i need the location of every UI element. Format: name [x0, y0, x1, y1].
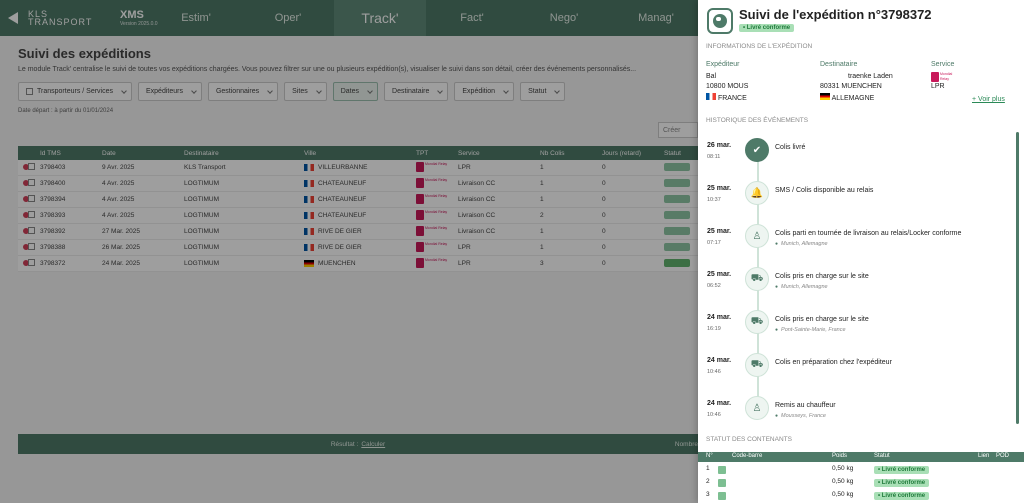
container-row: 2 0,50 kg • Livré conforme [698, 477, 1024, 490]
timeline-event: 24 mar. 10:46 ⛟ Colis en préparation chez l… [698, 349, 1016, 391]
expediteur-name: Bal [706, 73, 717, 80]
event-time: 08:11 [707, 154, 721, 160]
service-value: LPR [931, 83, 945, 90]
timeline-event: 25 mar. 06:52 ⛟ Colis pris en charge sur le… [698, 263, 1016, 305]
modal-backdrop[interactable] [0, 0, 700, 503]
timeline-event: 26 mar. 08:11 ✔ Colis livré [698, 134, 1016, 176]
event-date: 25 mar. [707, 228, 732, 235]
container-status-badge: • Livré conforme [874, 479, 930, 487]
france-flag-icon [706, 93, 716, 100]
event-time: 07:17 [707, 240, 721, 246]
status-badge: • Livré conforme [739, 24, 795, 32]
package-icon [718, 479, 726, 487]
container-weight: 0,50 kg [832, 465, 854, 472]
event-timeline: 26 mar. 08:11 ✔ Colis livré 25 mar. 10:37 🔔 SMS… [698, 128, 1024, 428]
event-time: 10:37 [707, 197, 721, 203]
col-code-barre: Code-barre [732, 453, 763, 459]
info-section-header: INFORMATIONS DE L'EXPÉDITION [706, 43, 813, 50]
timeline-event: 25 mar. 10:37 🔔 SMS / Colis disponible au r… [698, 177, 1016, 219]
germany-flag-icon [820, 93, 830, 100]
timeline-event: 24 mar. 10:46 ♙ Remis au chauffeur Mousseys,… [698, 392, 1016, 434]
globe-icon [707, 8, 733, 34]
destinataire-city: 80331 MUENCHEN [820, 83, 882, 90]
history-section-header: HISTORIQUE DES ÉVÉNEMENTS [706, 117, 809, 124]
col-poids: Poids [832, 453, 848, 459]
col-statut: Statut [874, 453, 890, 459]
col-pod: POD [996, 453, 1010, 459]
timeline-scrollbar[interactable] [1016, 132, 1019, 424]
destinataire-country: ALLEMAGNE [820, 93, 874, 104]
event-date: 25 mar. [707, 185, 732, 192]
destinataire-label: Destinataire [820, 61, 858, 68]
check-icon: ✔ [745, 138, 769, 162]
event-time: 06:52 [707, 283, 721, 289]
event-label: Colis en préparation chez l'expéditeur [775, 359, 892, 366]
panel-title: Suivi de l'expédition n°3798372 [739, 7, 932, 22]
container-weight: 0,50 kg [832, 491, 854, 498]
container-status-badge: • Livré conforme [874, 466, 930, 474]
container-row: 1 0,50 kg • Livré conforme [698, 464, 1024, 477]
expediteur-country: FRANCE [706, 93, 747, 104]
col-lien: Lien [978, 453, 990, 459]
event-date: 25 mar. [707, 271, 732, 278]
container-number: 3 [706, 491, 710, 498]
contents-section-header: STATUT DES CONTENANTS [706, 436, 792, 443]
event-date: 24 mar. [707, 400, 732, 407]
timeline-event: 24 mar. 16:19 ⛟ Colis pris en charge sur le… [698, 306, 1016, 348]
event-location: Munich, Allemagne [775, 241, 828, 247]
col-n: N° [706, 453, 713, 459]
event-label: Colis pris en charge sur le site [775, 273, 869, 280]
event-location: Munich, Allemagne [775, 284, 828, 290]
contents-table-header: N° Code-barre Poids Statut Lien POD [698, 452, 1024, 462]
bell-icon: 🔔 [745, 181, 769, 205]
voir-plus-link[interactable]: + Voir plus [972, 96, 1005, 103]
event-time: 16:19 [707, 326, 721, 332]
timeline-event: 25 mar. 07:17 ♙ Colis parti en tournée de l… [698, 220, 1016, 262]
event-time: 10:46 [707, 369, 721, 375]
event-location: Mousseys, France [775, 413, 826, 419]
package-icon [718, 492, 726, 500]
event-label: Colis parti en tournée de livraison au r… [775, 230, 962, 237]
container-row: 3 0,50 kg • Livré conforme [698, 490, 1024, 503]
container-status-badge: • Livré conforme [874, 492, 930, 500]
event-date: 24 mar. [707, 314, 732, 321]
event-location: Pont-Sainte-Marie, France [775, 327, 846, 333]
handover-icon: ♙ [745, 396, 769, 420]
delivery-person-icon: ♙ [745, 224, 769, 248]
container-number: 1 [706, 465, 710, 472]
destinataire-name: traenke Laden [848, 73, 893, 80]
event-label: SMS / Colis disponible au relais [775, 187, 874, 194]
truck-icon: ⛟ [745, 353, 769, 377]
service-label: Service [931, 61, 955, 68]
container-number: 2 [706, 478, 710, 485]
truck-icon: ⛟ [745, 310, 769, 334]
truck-icon: ⛟ [745, 267, 769, 291]
event-label: Colis pris en charge sur le site [775, 316, 869, 323]
event-time: 10:46 [707, 412, 721, 418]
expediteur-city: 10800 MOUS [706, 83, 749, 90]
container-weight: 0,50 kg [832, 478, 854, 485]
event-date: 26 mar. [707, 142, 732, 149]
event-date: 24 mar. [707, 357, 732, 364]
expediteur-label: Expéditeur [706, 61, 740, 68]
event-label: Colis livré [775, 144, 806, 151]
package-icon [718, 466, 726, 474]
event-label: Remis au chauffeur [775, 402, 836, 409]
shipment-tracking-panel: Suivi de l'expédition n°3798372 • Livré … [698, 0, 1024, 503]
